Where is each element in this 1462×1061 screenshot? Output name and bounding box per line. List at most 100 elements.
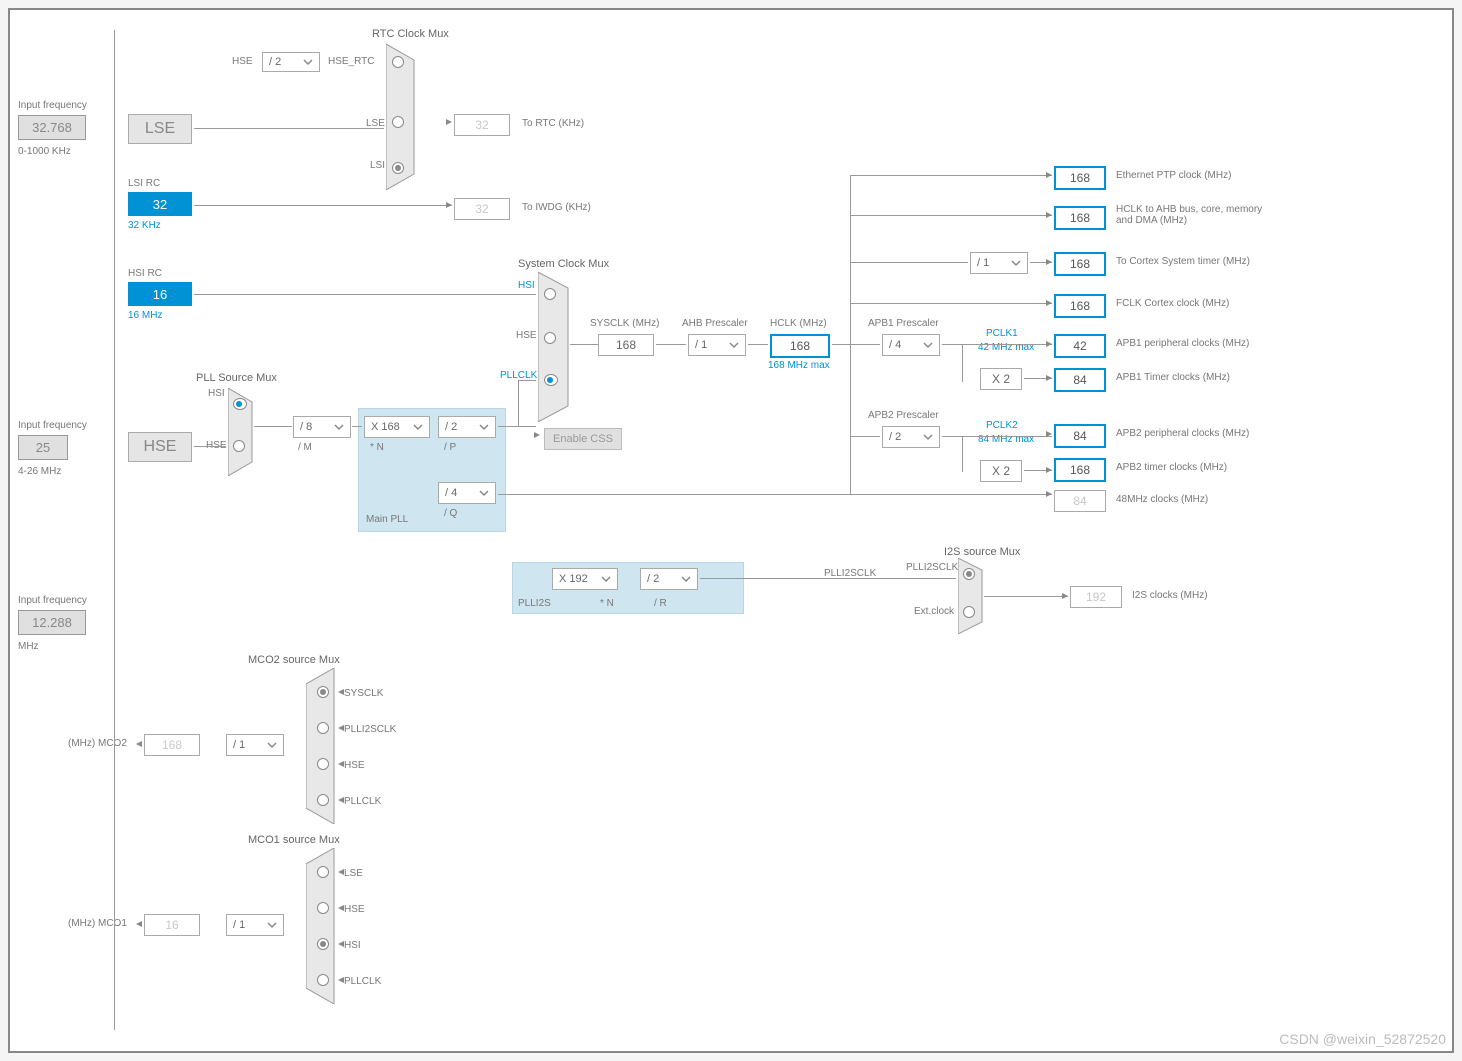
clock-diagram: Input frequency 32.768 0-1000 KHz Input … [8, 8, 1454, 1053]
mco1-r2[interactable] [317, 902, 329, 914]
i2smux-r1[interactable] [963, 568, 975, 580]
mco1-r3[interactable] [317, 938, 329, 950]
hsi-sub: 16 MHz [128, 310, 162, 321]
sysclk-lbl: SYSCLK (MHz) [590, 318, 659, 329]
plli2s-n[interactable]: X 192 [552, 568, 618, 590]
watermark: CSDN @weixin_52872520 [1279, 1031, 1446, 1047]
pllsrc-hse-radio[interactable] [233, 440, 245, 452]
pllsrc-hsi-radio[interactable] [233, 398, 247, 410]
mco2-lbl: (MHz) MCO2 [68, 738, 127, 749]
out-i2s-lbl: I2S clocks (MHz) [1132, 590, 1208, 601]
i2smux-title: I2S source Mux [944, 546, 1020, 558]
out-eth-lbl: Ethernet PTP clock (MHz) [1116, 170, 1231, 181]
rtc-mux-lse[interactable] [392, 116, 404, 128]
out-usb48-lbl: 48MHz clocks (MHz) [1116, 494, 1208, 505]
out-apb2t[interactable]: 168 [1054, 458, 1106, 482]
mco2-r1[interactable] [317, 686, 329, 698]
hse-input[interactable]: 25 [18, 435, 68, 460]
hse-input-label: Input frequency [18, 420, 87, 431]
mco2-div[interactable]: / 1 [226, 734, 284, 756]
out-fclk-lbl: FCLK Cortex clock (MHz) [1116, 298, 1229, 309]
rtc-lsi-lbl: LSI [370, 160, 385, 171]
i2s-input[interactable]: 12.288 [18, 610, 86, 635]
rtc-mux-lsi[interactable] [392, 162, 404, 174]
out-hclk[interactable]: 168 [1054, 206, 1106, 230]
i2s-unit: MHz [18, 641, 39, 652]
out-apb1t[interactable]: 84 [1054, 368, 1106, 392]
apb1-pclk: PCLK1 [986, 328, 1018, 339]
apb2-pclk: PCLK2 [986, 420, 1018, 431]
ahb-lbl: AHB Prescaler [682, 318, 748, 329]
i2smux-r2[interactable] [963, 606, 975, 618]
mco2-in3: HSE [344, 760, 365, 771]
sysmux-pll-radio[interactable] [544, 374, 558, 386]
pll-p-lbl: / P [444, 442, 456, 453]
lse-source: LSE [128, 114, 192, 144]
mco1-lbl: (MHz) MCO1 [68, 918, 127, 929]
mco1-r4[interactable] [317, 974, 329, 986]
hse-source: HSE [128, 432, 192, 462]
i2smux-in1: PLLI2SCLK [906, 562, 958, 573]
cortex-div[interactable]: / 1 [970, 252, 1028, 274]
i2smux-in2: Ext.clock [914, 606, 954, 617]
apb1-div[interactable]: / 4 [882, 334, 940, 356]
pll-q-lbl: / Q [444, 508, 457, 519]
out-usb48: 84 [1054, 490, 1106, 512]
sysmux-hsi: HSI [518, 280, 535, 291]
hclk-val[interactable]: 168 [770, 334, 830, 358]
iwdg-lbl: To IWDG (KHz) [522, 202, 591, 213]
lse-input-label: Input frequency [18, 100, 87, 111]
mco1-div[interactable]: / 1 [226, 914, 284, 936]
pll-q[interactable]: / 4 [438, 482, 496, 504]
hclk-lbl: HCLK (MHz) [770, 318, 827, 329]
out-cortex[interactable]: 168 [1054, 252, 1106, 276]
hsi-title: HSI RC [128, 268, 162, 279]
sysmux-hse-radio[interactable] [544, 332, 556, 344]
pll-m[interactable]: / 8 [293, 416, 351, 438]
mco2-in2: PLLI2SCLK [344, 724, 396, 735]
rtc-hse-lbl: HSE [232, 56, 253, 67]
out-apb2t-lbl: APB2 timer clocks (MHz) [1116, 462, 1227, 473]
mco2-r2[interactable] [317, 722, 329, 734]
pll-p[interactable]: / 2 [438, 416, 496, 438]
out-eth[interactable]: 168 [1054, 166, 1106, 190]
apb2-div[interactable]: / 2 [882, 426, 940, 448]
mco2-out: 168 [144, 734, 200, 756]
out-apb1p-lbl: APB1 peripheral clocks (MHz) [1116, 338, 1249, 349]
apb2-lbl: APB2 Prescaler [868, 410, 939, 421]
mco2-r3[interactable] [317, 758, 329, 770]
lse-input[interactable]: 32.768 [18, 115, 86, 140]
sysclk-val: 168 [598, 334, 654, 356]
mco2-in1: SYSCLK [344, 688, 383, 699]
mco1-r1[interactable] [317, 866, 329, 878]
apb1-lbl: APB1 Prescaler [868, 318, 939, 329]
out-fclk[interactable]: 168 [1054, 294, 1106, 318]
mco1-in3: HSI [344, 940, 361, 951]
mco1-in4: PLLCLK [344, 976, 381, 987]
mco1-title: MCO1 source Mux [248, 834, 340, 846]
rtc-hse-div[interactable]: / 2 [262, 52, 320, 72]
out-hclk-lbl: HCLK to AHB bus, core, memory and DMA (M… [1116, 204, 1266, 226]
out-apb1p[interactable]: 42 [1054, 334, 1106, 358]
lsi-source: 32 [128, 192, 192, 216]
rtc-hsertc: HSE_RTC [328, 56, 375, 67]
hclk-max: 168 MHz max [768, 360, 830, 371]
ahb-div[interactable]: / 1 [688, 334, 746, 356]
mco2-r4[interactable] [317, 794, 329, 806]
pll-n[interactable]: X 168 [364, 416, 430, 438]
out-apb2p[interactable]: 84 [1054, 424, 1106, 448]
enable-css[interactable]: Enable CSS [544, 428, 622, 450]
iwdg-out: 32 [454, 198, 510, 220]
lsi-title: LSI RC [128, 178, 160, 189]
sysmux-hsi-radio[interactable] [544, 288, 556, 300]
mco1-in1: LSE [344, 868, 363, 879]
hse-range: 4-26 MHz [18, 466, 61, 477]
mco1-out: 16 [144, 914, 200, 936]
out-apb1t-lbl: APB1 Timer clocks (MHz) [1116, 372, 1230, 383]
lse-range: 0-1000 KHz [18, 146, 71, 157]
mco1-in2: HSE [344, 904, 365, 915]
plli2s-r[interactable]: / 2 [640, 568, 698, 590]
sysmux-hse: HSE [516, 330, 537, 341]
rtc-mux-hse[interactable] [392, 56, 404, 68]
out-apb2p-lbl: APB2 peripheral clocks (MHz) [1116, 428, 1249, 439]
